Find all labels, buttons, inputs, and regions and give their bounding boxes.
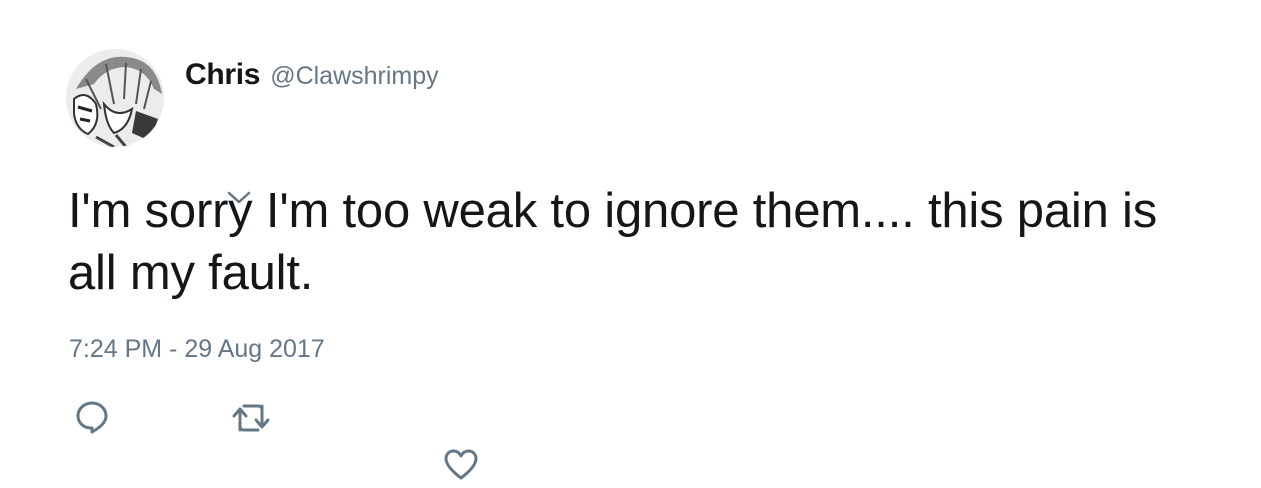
tweet-card: Chris @Clawshrimpy I'm sorry I'm too wea… [0, 0, 1261, 488]
avatar[interactable] [66, 49, 164, 147]
user-handle[interactable]: @Clawshrimpy [270, 62, 438, 91]
chevron-down-icon[interactable] [226, 190, 252, 206]
heart-icon[interactable] [444, 449, 478, 481]
reply-icon[interactable] [75, 400, 109, 434]
retweet-icon[interactable] [231, 402, 271, 434]
display-name[interactable]: Chris [185, 58, 260, 92]
tweet-timestamp[interactable]: 7:24 PM - 29 Aug 2017 [69, 335, 325, 364]
anime-avatar-icon [66, 49, 164, 147]
author-info: Chris @Clawshrimpy [185, 58, 439, 92]
